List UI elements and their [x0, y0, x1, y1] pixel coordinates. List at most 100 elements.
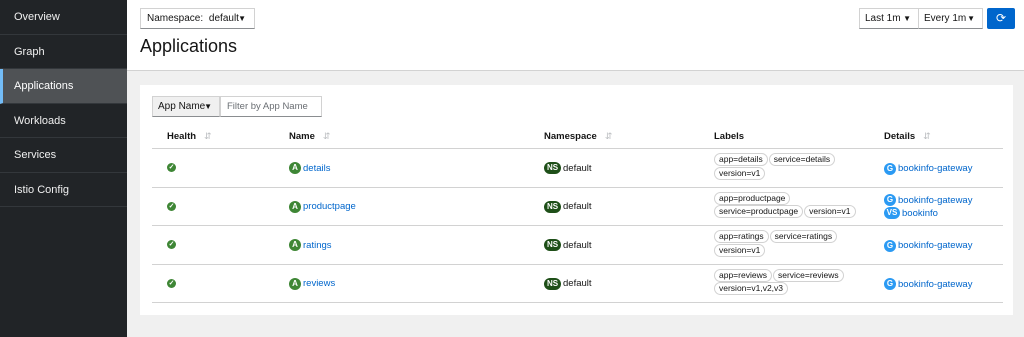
labels-cell: app=ratings service=ratingsversion=v1	[714, 230, 874, 257]
time-range-value: Last 1m	[865, 13, 901, 24]
app-badge: A	[289, 200, 301, 213]
label-chip: app=productpage	[714, 191, 791, 205]
caret-down-icon: ▼	[967, 14, 975, 23]
filter-input[interactable]	[220, 96, 322, 117]
labels-cell: app=productpage service=productpage versio…	[714, 191, 874, 219]
app-badge: A	[289, 277, 301, 290]
refresh-button[interactable]: ⟳	[987, 8, 1015, 29]
virtual-service-badge: VS	[884, 207, 900, 219]
label-chip: app=reviews	[714, 268, 772, 282]
details-cell: Gbookinfo-gateway VS bookinfo	[884, 194, 972, 220]
caret-down-icon: ▼	[238, 14, 246, 23]
page-header: Namespace: default ▼ Applications Last 1…	[127, 0, 1024, 71]
app-link[interactable]: details	[303, 163, 330, 174]
column-header-name[interactable]: Name ⇵	[289, 131, 330, 142]
gateway-badge: G	[884, 278, 896, 290]
sort-icon: ⇵	[322, 131, 331, 141]
details-link[interactable]: bookinfo-gateway	[898, 163, 972, 174]
applications-card: App Name ▼ Health ⇵ Name ⇵ Namespace ⇵ Labe…	[140, 85, 1013, 315]
namespace-text: default	[563, 201, 592, 213]
table-row: ✓ Adetails NS default app=details service=…	[152, 149, 1003, 188]
time-range-select[interactable]: Last 1m ▼	[859, 8, 919, 29]
namespace-select[interactable]: Namespace: default ▼	[140, 8, 255, 29]
refresh-interval-value: Every 1m	[924, 13, 967, 24]
app-link[interactable]: ratings	[303, 240, 332, 251]
namespace-text: default	[563, 239, 592, 251]
label-chip: service=details	[768, 153, 836, 166]
column-header-label: Health	[167, 131, 197, 142]
sidebar-item-services[interactable]: Services	[0, 138, 127, 173]
details-cell: Gbookinfo-gateway	[884, 239, 972, 252]
app-link[interactable]: productpage	[303, 201, 356, 212]
namespace-select-label: Namespace:	[147, 13, 204, 24]
column-header-labels: Labels	[714, 131, 744, 142]
table-row: ✓ Aproductpage NS default app=productpage…	[152, 188, 1003, 226]
label-chip: app=details	[714, 153, 768, 166]
sidebar-item-workloads[interactable]: Workloads	[0, 104, 127, 138]
sidebar-item-graph[interactable]: Graph	[0, 35, 127, 69]
caret-down-icon: ▼	[903, 14, 911, 23]
column-header-details[interactable]: Details ⇵	[884, 131, 931, 142]
app-link[interactable]: reviews	[303, 278, 335, 289]
filter-type-select[interactable]: App Name ▼	[152, 96, 220, 117]
label-chip: service=productpage	[714, 205, 804, 218]
namespace-text: default	[563, 162, 592, 174]
healthy-check-icon: ✓	[167, 240, 176, 249]
app-badge: A	[289, 162, 301, 175]
app-name-cell: Aproductpage	[289, 200, 356, 213]
sort-icon: ⇵	[923, 131, 931, 141]
gateway-badge: G	[884, 194, 896, 206]
label-chip: app=ratings	[714, 230, 769, 243]
sync-icon: ⟳	[995, 11, 1007, 25]
filter-type-value: App Name	[158, 101, 206, 112]
details-cell: Gbookinfo-gateway	[884, 278, 972, 291]
page-title: Applications	[140, 36, 238, 56]
namespace-badge: NS	[544, 162, 561, 175]
gateway-badge: G	[884, 239, 896, 252]
main-content: Namespace: default ▼ Applications Last 1…	[127, 0, 1024, 337]
app-badge: A	[289, 239, 301, 252]
label-chip: service=ratings	[769, 230, 838, 243]
table-row: ✓ Areviews NS default app=reviews service=…	[152, 265, 1003, 303]
details-cell: Gbookinfo-gateway	[884, 162, 972, 175]
sort-icon: ⇵	[604, 131, 613, 141]
app-name-cell: Aratings	[289, 239, 332, 252]
healthy-check-icon: ✓	[167, 163, 176, 172]
healthy-check-icon: ✓	[167, 201, 176, 211]
column-header-label: Labels	[714, 131, 745, 142]
sidebar-item-overview[interactable]: Overview	[0, 0, 127, 35]
app-name-cell: Areviews	[289, 277, 335, 290]
label-chip: version=v1	[714, 166, 766, 180]
column-header-namespace[interactable]: Namespace ⇵	[544, 131, 612, 142]
sort-icon: ⇵	[204, 131, 212, 141]
column-header-label: Details	[884, 131, 916, 142]
label-chip: version=v1,v2,v3	[714, 282, 789, 295]
namespace-cell: NS default	[544, 162, 592, 175]
namespace-text: default	[563, 278, 592, 290]
healthy-check-icon: ✓	[167, 278, 176, 288]
details-link[interactable]: bookinfo-gateway	[898, 279, 972, 290]
sidebar-item-istio-config[interactable]: Istio Config	[0, 173, 127, 207]
gateway-badge: G	[884, 162, 896, 175]
refresh-interval-select[interactable]: Every 1m ▼	[918, 8, 983, 29]
table-row: ✓ Aratings NS default app=ratings service=…	[152, 226, 1003, 265]
details-link[interactable]: bookinfo	[902, 208, 938, 219]
label-chip: service=reviews	[772, 268, 844, 282]
sidebar: Overview Graph Applications Workloads Se…	[0, 0, 127, 337]
labels-cell: app=details service=detailsversion=v1	[714, 153, 874, 180]
namespace-badge: NS	[544, 200, 561, 213]
labels-cell: app=reviews service=reviewsversion=v1,v2,…	[714, 268, 874, 296]
details-link[interactable]: bookinfo-gateway	[898, 195, 972, 206]
column-header-label: Namespace	[544, 131, 597, 142]
namespace-select-value: default	[208, 13, 239, 24]
namespace-cell: NS default	[544, 200, 592, 213]
column-header-health[interactable]: Health ⇵	[167, 131, 212, 142]
details-link[interactable]: bookinfo-gateway	[898, 240, 972, 251]
caret-down-icon: ▼	[204, 102, 212, 111]
column-header-label: Name	[289, 131, 315, 142]
namespace-badge: NS	[544, 277, 561, 290]
label-chip: version=v1	[714, 243, 766, 257]
namespace-cell: NS default	[544, 277, 592, 290]
label-chip: version=v1	[804, 205, 856, 218]
sidebar-item-applications[interactable]: Applications	[0, 69, 127, 104]
